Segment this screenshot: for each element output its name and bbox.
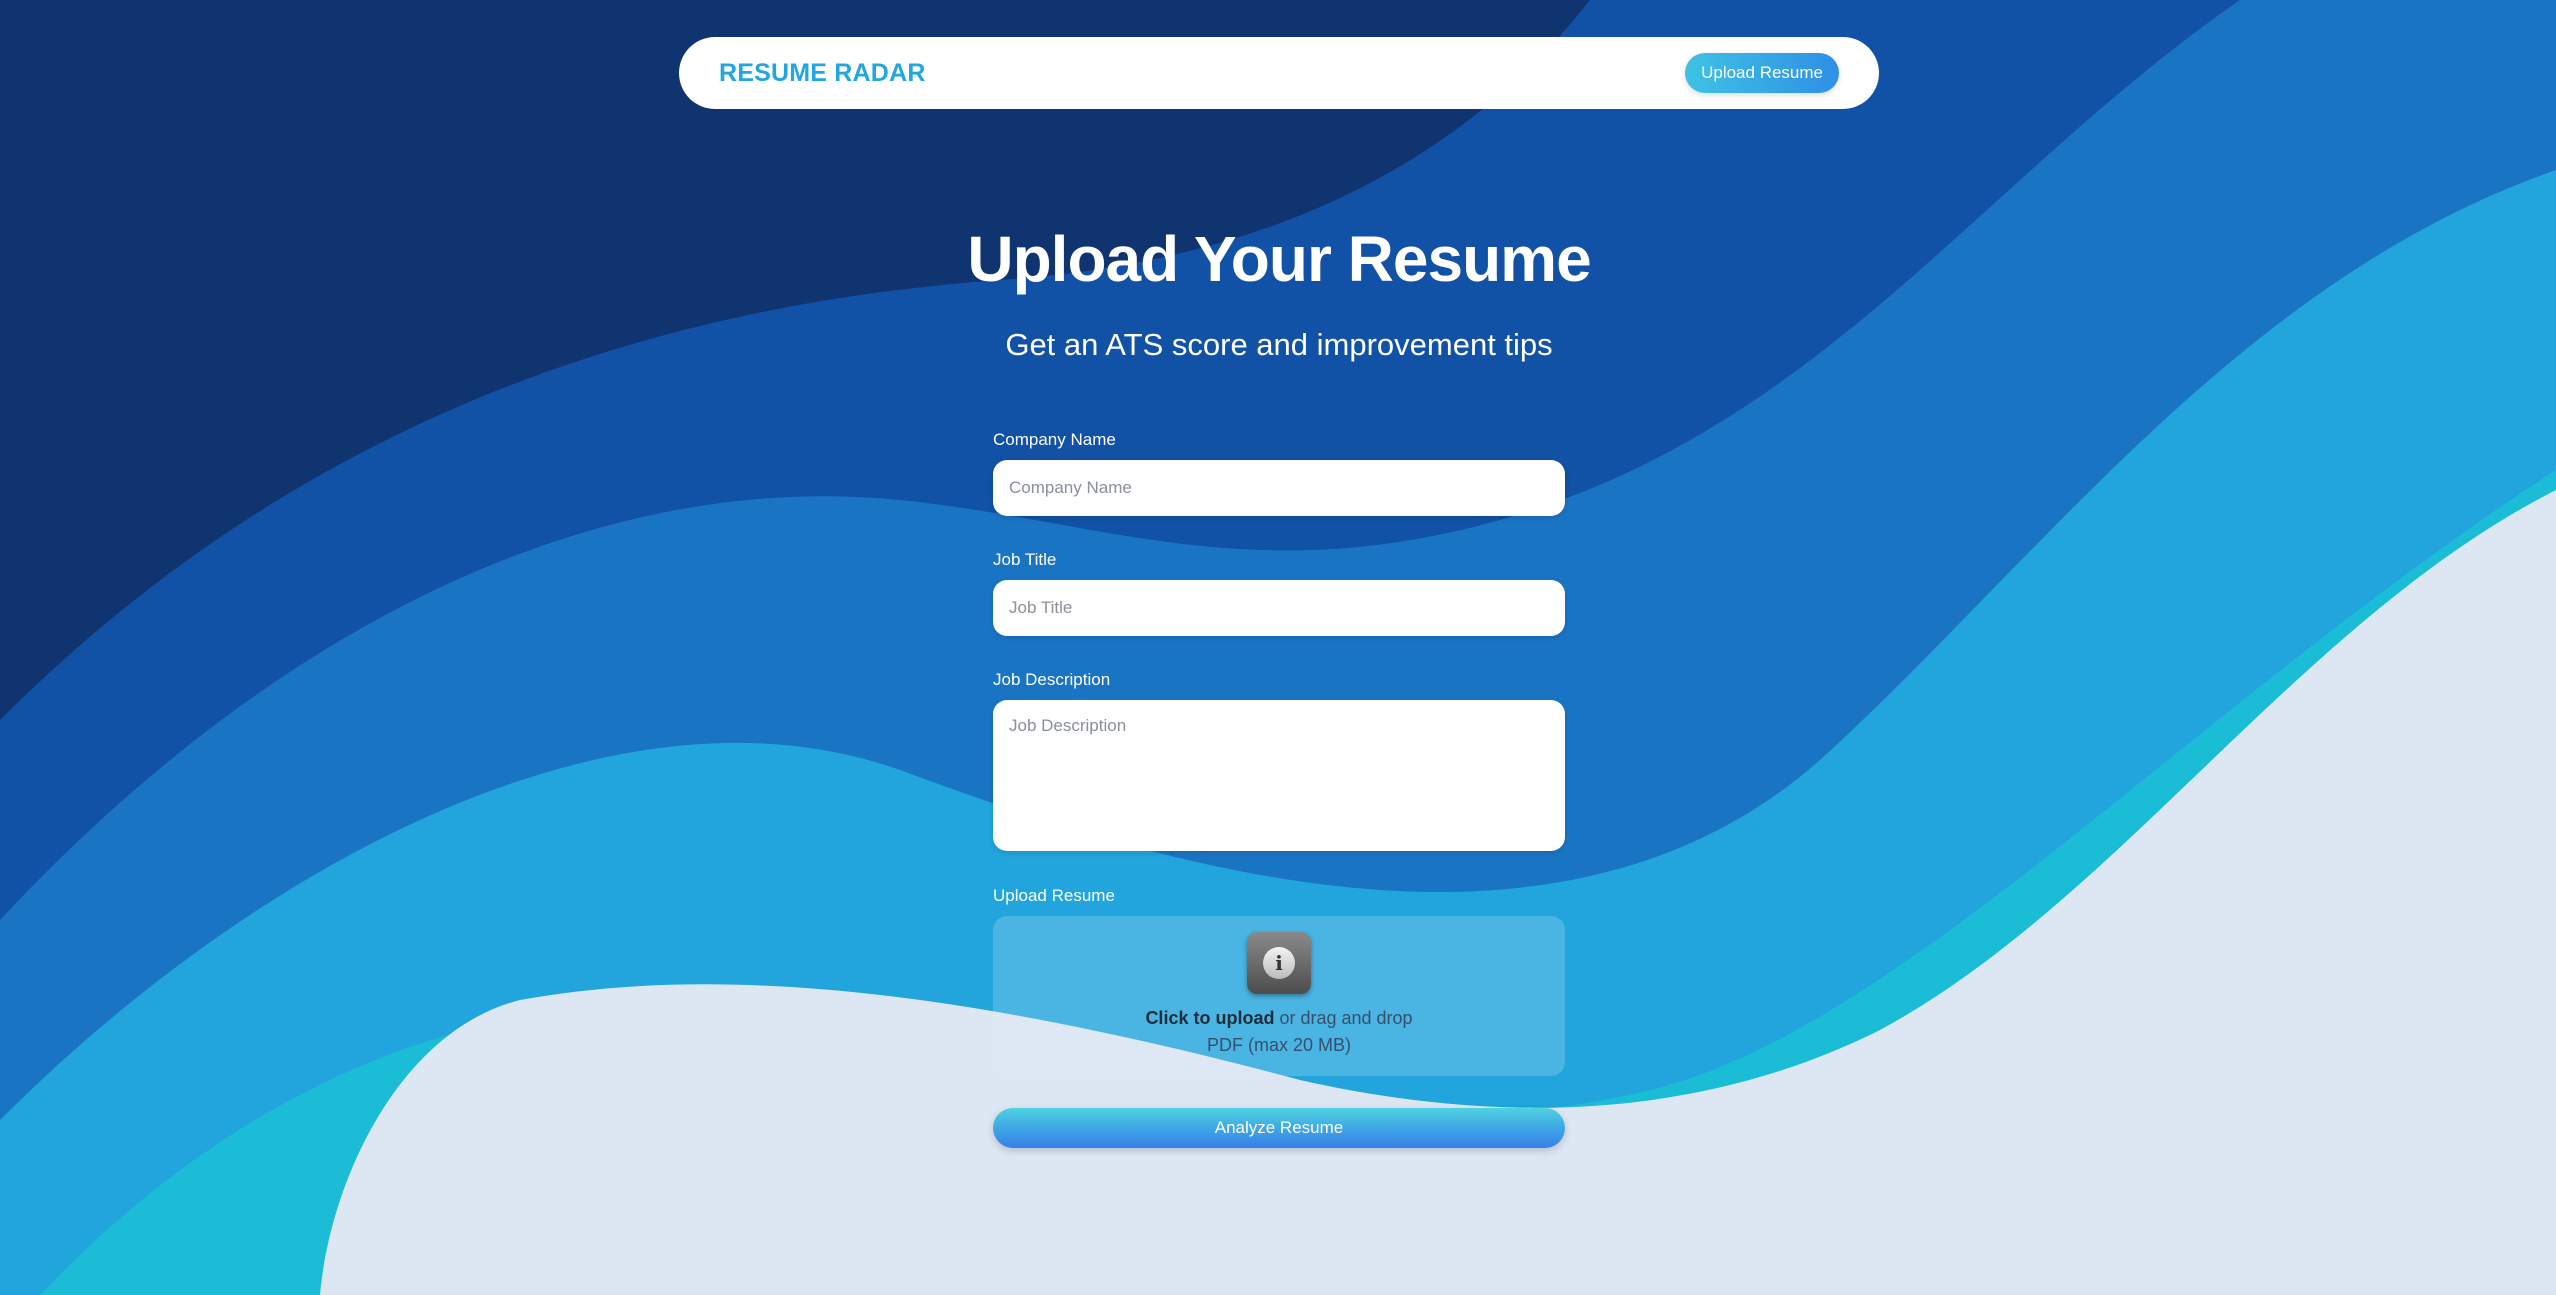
- click-to-upload-text[interactable]: Click to upload: [1145, 1008, 1274, 1028]
- info-glyph: i: [1263, 947, 1295, 979]
- upload-resume-label: Upload Resume: [993, 886, 1115, 905]
- nav-upload-resume-button[interactable]: Upload Resume: [1685, 53, 1839, 93]
- brand-logo[interactable]: RESUME RADAR: [719, 59, 926, 88]
- job-description-textarea[interactable]: [993, 700, 1565, 851]
- info-icon: i: [1247, 932, 1311, 994]
- resume-dropzone[interactable]: i Click to upload or drag and drop PDF (…: [993, 916, 1565, 1076]
- job-description-label: Job Description: [993, 670, 1111, 689]
- file-type-hint: PDF (max 20 MB): [1206, 1035, 1352, 1055]
- company-name-label: Company Name: [993, 430, 1116, 449]
- analyze-resume-button[interactable]: Analyze Resume: [993, 1108, 1565, 1148]
- page-subtitle: Get an ATS score and improvement tips: [1005, 327, 1553, 362]
- page-title: Upload Your Resume: [967, 223, 1591, 295]
- job-title-input[interactable]: [993, 580, 1565, 636]
- drag-drop-text: or drag and drop: [1274, 1008, 1413, 1028]
- job-title-label: Job Title: [993, 550, 1057, 569]
- dropzone-instructions: Click to upload or drag and drop: [1145, 1008, 1412, 1029]
- top-navbar: RESUME RADAR Upload Resume: [679, 37, 1879, 109]
- company-name-input[interactable]: [993, 460, 1565, 516]
- wave-background: [0, 0, 2556, 1295]
